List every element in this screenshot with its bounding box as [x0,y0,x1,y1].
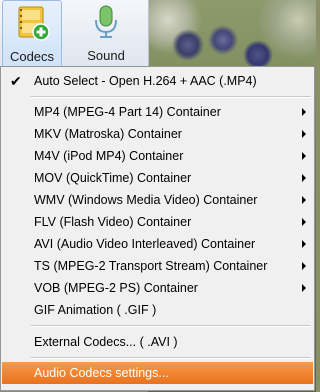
menu-item-vob[interactable]: VOB (MPEG-2 PS) Container [2,277,313,299]
menu-item-mp4[interactable]: MP4 (MPEG-4 Part 14) Container [2,101,313,123]
menu-item-label: GIF Animation ( .GIF ) [34,303,157,317]
menu-item-label: MP4 (MPEG-4 Part 14) Container [34,105,221,119]
menu-item-label: FLV (Flash Video) Container [34,215,192,229]
codecs-button[interactable]: Codecs [2,0,62,68]
sound-button-label: Sound [87,48,125,63]
menu-item-label: External Codecs... ( .AVI ) [34,335,178,349]
submenu-arrow-icon [302,130,306,138]
menu-item-label: VOB (MPEG-2 PS) Container [34,281,198,295]
checkmark-icon: ✔ [10,73,22,89]
menu-separator [31,325,311,327]
menu-item-label: MKV (Matroska) Container [34,127,182,141]
menu-separator [31,357,311,359]
menu-item-audio-codecs-settings[interactable]: Audio Codecs settings... [2,362,313,384]
menu-item-gif[interactable]: GIF Animation ( .GIF ) [2,299,313,321]
submenu-arrow-icon [302,284,306,292]
toolbar: Codecs Sound [0,0,149,68]
menu-item-label: MOV (QuickTime) Container [34,171,192,185]
submenu-arrow-icon [302,218,306,226]
submenu-arrow-icon [302,262,306,270]
menu-item-label: Auto Select - Open H.264 + AAC (.MP4) [34,74,257,88]
menu-item-ts[interactable]: TS (MPEG-2 Transport Stream) Container [2,255,313,277]
menu-item-avi[interactable]: AVI (Audio Video Interleaved) Container [2,233,313,255]
menu-item-label: TS (MPEG-2 Transport Stream) Container [34,259,268,273]
menu-item-label: AVI (Audio Video Interleaved) Container [34,237,256,251]
submenu-arrow-icon [302,152,306,160]
menu-item-wmv[interactable]: WMV (Windows Media Video) Container [2,189,313,211]
menu-item-label: Audio Codecs settings... [34,366,169,380]
menu-item-mov[interactable]: MOV (QuickTime) Container [2,167,313,189]
menu-item-m4v[interactable]: M4V (iPod MP4) Container [2,145,313,167]
menu-separator [31,96,311,98]
menu-item-auto-select[interactable]: ✔ Auto Select - Open H.264 + AAC (.MP4) [2,70,313,92]
microphone-icon [88,4,124,40]
submenu-arrow-icon [302,196,306,204]
submenu-arrow-icon [302,240,306,248]
menu-item-mkv[interactable]: MKV (Matroska) Container [2,123,313,145]
menu-item-flv[interactable]: FLV (Flash Video) Container [2,211,313,233]
codecs-button-label: Codecs [9,49,55,64]
submenu-arrow-icon [302,174,306,182]
codecs-film-plus-icon [14,5,50,41]
sound-button[interactable]: Sound [76,0,136,68]
menu-item-label: M4V (iPod MP4) Container [34,149,184,163]
menu-item-external-codecs[interactable]: External Codecs... ( .AVI ) [2,331,313,353]
codecs-dropdown-menu: ✔ Auto Select - Open H.264 + AAC (.MP4) … [0,66,315,391]
submenu-arrow-icon [302,108,306,116]
menu-item-label: WMV (Windows Media Video) Container [34,193,258,207]
